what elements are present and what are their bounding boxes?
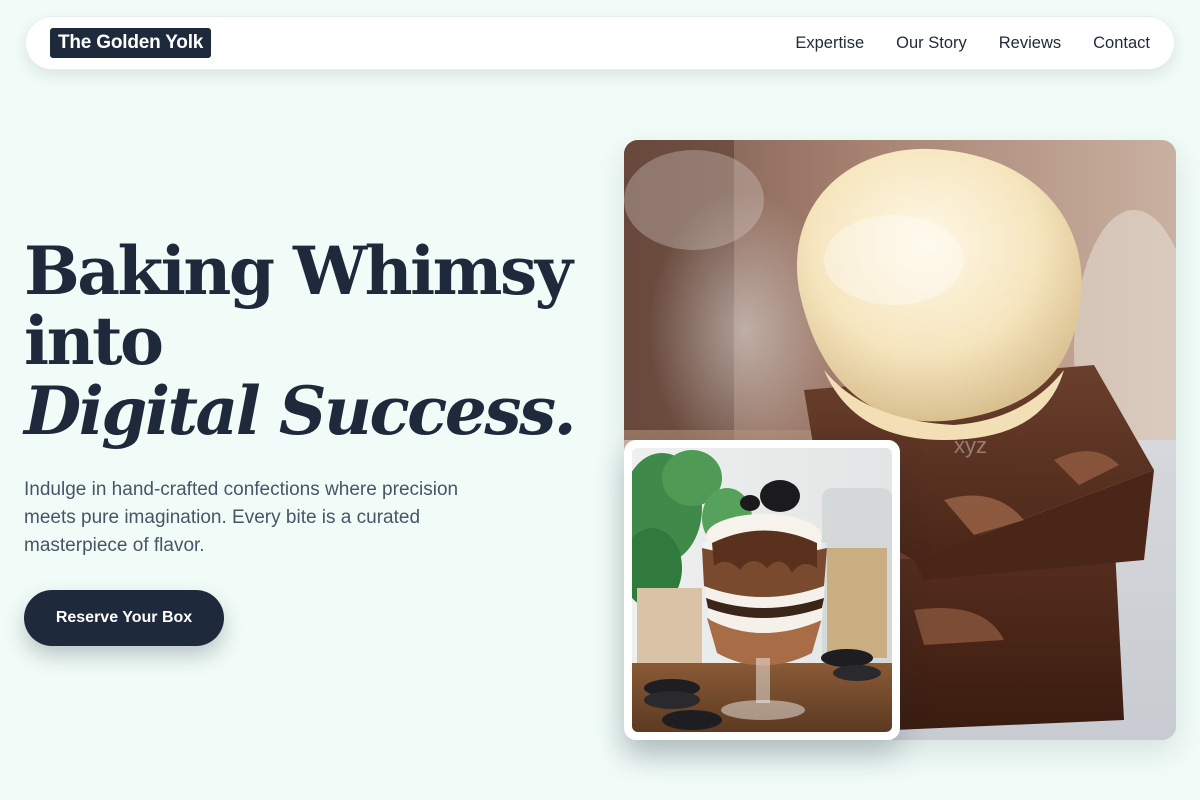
parfait-photo (632, 448, 892, 732)
nav-link-our-story[interactable]: Our Story (896, 34, 967, 53)
navbar: The Golden Yolk Expertise Our Story Revi… (25, 16, 1175, 70)
nav-link-contact[interactable]: Contact (1093, 34, 1150, 53)
hero-inset-image (624, 440, 900, 740)
parfait-illustration (632, 448, 892, 732)
reserve-box-button[interactable]: Reserve Your Box (24, 590, 224, 646)
hero-description: Indulge in hand-crafted confections wher… (24, 479, 459, 556)
hero-title-line-1: Baking Whimsy (24, 232, 573, 310)
brand-logo[interactable]: The Golden Yolk (50, 28, 212, 58)
hero-title-line-2: into (24, 302, 164, 380)
watermark-text: xyz (954, 433, 987, 458)
hero-title: Baking Whimsy into Digital Success. (24, 236, 584, 446)
nav-links: Expertise Our Story Reviews Contact (795, 34, 1150, 53)
nav-link-reviews[interactable]: Reviews (999, 34, 1061, 53)
hero-title-line-3: Digital Success. (24, 372, 577, 450)
nav-link-expertise[interactable]: Expertise (795, 34, 864, 53)
